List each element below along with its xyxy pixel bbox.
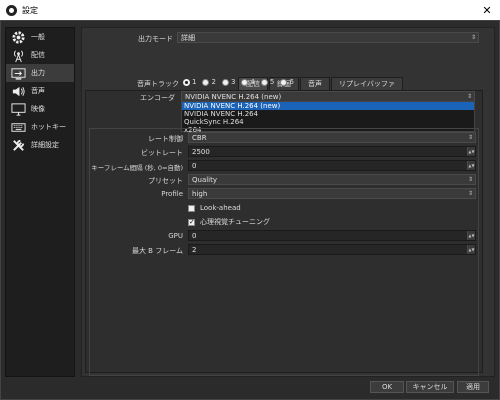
audio-track-radio-group: 1 2 3 4 5 6	[183, 78, 300, 86]
keyframe-interval-value: 0	[192, 161, 197, 170]
radio-dot	[221, 78, 229, 86]
encoder-option[interactable]: NVIDIA NVENC H.264 (new)	[182, 102, 474, 110]
max-bframes-value: 2	[192, 245, 197, 254]
gear-icon	[10, 29, 26, 45]
speaker-icon	[10, 83, 26, 99]
sidebar-item-label: 音声	[31, 87, 45, 95]
sidebar-item-stream[interactable]: 配信	[6, 46, 74, 64]
chevron-updown-icon: ⇕	[470, 34, 476, 41]
keyframe-interval-label: キーフレーム間隔 (秒, 0=自動)	[91, 164, 183, 172]
output-icon	[10, 65, 26, 81]
gpu-spinbox[interactable]: 0 ▲▼	[188, 230, 476, 241]
close-icon: ✕	[482, 3, 492, 17]
checkbox-box	[188, 218, 195, 226]
sidebar-item-label: ホットキー	[31, 123, 66, 131]
keyframe-interval-spinbox[interactable]: 0 ▲▼	[188, 160, 476, 171]
rate-control-value: CBR	[192, 133, 207, 142]
max-bframes-spinbox[interactable]: 2 ▲▼	[188, 244, 476, 255]
psycho-visual-tuning-checkbox[interactable]: 心理視覚チューニング	[188, 217, 270, 227]
chevron-updown-icon: ⇕	[467, 134, 473, 141]
audio-track-radio-5[interactable]: 5	[260, 78, 275, 86]
sidebar-item-label: 一般	[31, 33, 45, 41]
radio-dot	[241, 78, 249, 86]
encoder-value: NVIDIA NVENC H.264 (new)	[185, 92, 282, 101]
settings-window: 一般 配信 出力 音声 映像 ホットキー 詳細設定 出力モード 詳細 ⇕ 配信 …	[0, 20, 500, 400]
radio-dot	[183, 78, 190, 86]
sidebar-item-label: 配信	[31, 51, 45, 59]
encoder-label: エンコーダ	[140, 94, 175, 102]
chevron-updown-icon: ⇕	[467, 176, 473, 183]
output-mode-value: 詳細	[181, 33, 195, 42]
radio-dot	[260, 78, 268, 86]
close-button[interactable]: ✕	[474, 0, 500, 20]
spin-arrows-icon[interactable]: ▲▼	[467, 231, 475, 240]
audio-track-radio-3[interactable]: 3	[221, 78, 236, 86]
profile-select[interactable]: high ⇕	[188, 188, 476, 199]
gpu-value: 0	[192, 231, 197, 240]
bitrate-spinbox[interactable]: 2500 ▲▼	[188, 146, 476, 157]
preset-label: プリセット	[148, 177, 183, 185]
preset-select[interactable]: Quality ⇕	[188, 174, 476, 185]
window-title: 設定	[22, 5, 38, 15]
radio-label: 5	[269, 78, 275, 86]
bitrate-value: 2500	[192, 147, 210, 156]
psycho-visual-tuning-label: 心理視覚チューニング	[200, 218, 270, 226]
radio-label: 4	[250, 78, 255, 86]
rate-control-label: レート制御	[148, 135, 183, 143]
radio-label: 6	[289, 78, 294, 86]
spin-arrows-icon[interactable]: ▲▼	[467, 245, 475, 254]
tab-replay-buffer[interactable]: リプレイバッファ	[331, 77, 403, 90]
title-bar: 設定 ✕	[0, 0, 500, 20]
profile-value: high	[192, 189, 208, 198]
rate-control-select[interactable]: CBR ⇕	[188, 132, 476, 143]
lookahead-checkbox[interactable]: Look-ahead	[188, 204, 241, 212]
output-mode-select[interactable]: 詳細 ⇕	[177, 32, 479, 43]
audio-track-radio-4[interactable]: 4	[241, 78, 255, 86]
audio-track-radio-2[interactable]: 2	[202, 78, 216, 86]
broadcast-icon	[10, 47, 26, 63]
sidebar-item-label: 映像	[31, 105, 45, 113]
cancel-button[interactable]: キャンセル	[406, 381, 454, 393]
sidebar-item-general[interactable]: 一般	[6, 28, 74, 46]
output-mode-label: 出力モード	[138, 35, 173, 43]
apply-button[interactable]: 適用	[457, 381, 489, 393]
tab-audio[interactable]: 音声	[300, 77, 330, 90]
spin-arrows-icon[interactable]: ▲▼	[467, 161, 475, 170]
gpu-label: GPU	[168, 232, 183, 240]
monitor-icon	[10, 101, 26, 117]
encoder-option[interactable]: NVIDIA NVENC H.264	[182, 110, 474, 118]
tools-icon	[10, 137, 26, 153]
sidebar-item-output[interactable]: 出力	[6, 64, 74, 82]
lookahead-label: Look-ahead	[200, 204, 241, 212]
sidebar-item-hotkeys[interactable]: ホットキー	[6, 118, 74, 136]
chevron-updown-icon: ⇕	[467, 190, 473, 197]
radio-label: 3	[230, 78, 236, 86]
sidebar-item-audio[interactable]: 音声	[6, 82, 74, 100]
spin-arrows-icon[interactable]: ▲▼	[467, 147, 475, 156]
ok-button[interactable]: OK	[370, 381, 404, 393]
sidebar-item-label: 詳細設定	[31, 141, 59, 149]
radio-label: 1	[192, 78, 197, 86]
preset-value: Quality	[192, 175, 218, 184]
audio-track-radio-6[interactable]: 6	[280, 78, 294, 86]
audio-track-label: 音声トラック	[137, 80, 179, 88]
profile-label: Profile	[161, 190, 183, 198]
max-bframes-label: 最大 B フレーム	[131, 247, 183, 255]
settings-sidebar: 一般 配信 出力 音声 映像 ホットキー 詳細設定	[5, 27, 75, 377]
sidebar-item-advanced[interactable]: 詳細設定	[6, 136, 74, 154]
sidebar-item-video[interactable]: 映像	[6, 100, 74, 118]
bitrate-label: ビットレート	[141, 149, 183, 157]
radio-dot	[202, 78, 210, 86]
encoder-option[interactable]: QuickSync H.264	[182, 118, 474, 126]
checkbox-box	[188, 204, 195, 212]
sidebar-item-label: 出力	[31, 69, 45, 77]
obs-logo-icon	[6, 4, 17, 16]
radio-dot	[280, 78, 288, 86]
radio-label: 2	[211, 78, 216, 86]
audio-track-radio-1[interactable]: 1	[183, 78, 196, 86]
keyboard-icon	[10, 119, 26, 135]
